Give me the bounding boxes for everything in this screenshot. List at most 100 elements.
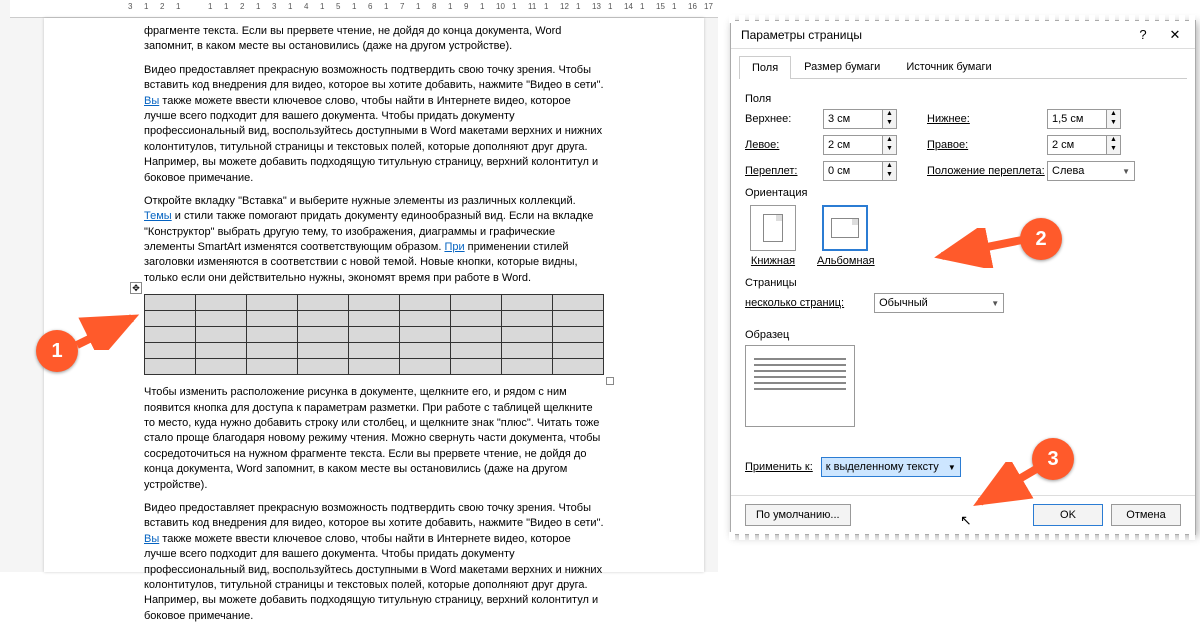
document-page[interactable]: фрагменте текста. Если вы прервете чтени… [44, 18, 704, 572]
help-button[interactable]: ? [1127, 23, 1159, 47]
spin-down-icon[interactable]: ▼ [883, 119, 896, 128]
table-cell[interactable] [451, 295, 502, 311]
table-move-handle-icon[interactable]: ✥ [130, 282, 142, 294]
default-button[interactable]: По умолчанию... [745, 504, 851, 526]
orientation-group-label: Ориентация [745, 187, 1181, 199]
table-cell[interactable] [400, 311, 451, 327]
landscape-page-icon [831, 218, 859, 238]
tab-paper-source[interactable]: Источник бумаги [893, 55, 1004, 78]
table-cell[interactable] [349, 343, 400, 359]
dialog-titlebar[interactable]: Параметры страницы ? ✕ [731, 21, 1195, 49]
spin-up-icon[interactable]: ▲ [1107, 136, 1120, 145]
paragraph[interactable]: Видео предоставляет прекрасную возможнос… [144, 501, 604, 624]
paragraph[interactable]: Откройте вкладку "Вставка" и выберите ну… [144, 194, 604, 286]
table-cell[interactable] [553, 327, 604, 343]
table-cell[interactable] [451, 311, 502, 327]
table-cell[interactable] [553, 295, 604, 311]
select-value: Слева [1052, 165, 1084, 177]
horizontal-ruler[interactable]: 3121112131415161718191101111121131141151… [10, 0, 718, 18]
page-preview [745, 345, 855, 427]
text-run: Видео предоставляет прекрасную возможнос… [144, 502, 604, 529]
multi-pages-select[interactable]: Обычный▼ [874, 293, 1004, 313]
portrait-page-icon [763, 214, 783, 242]
table-cell[interactable] [349, 311, 400, 327]
cancel-button[interactable]: Отмена [1111, 504, 1181, 526]
spin-down-icon[interactable]: ▼ [1107, 145, 1120, 154]
gutter-input[interactable]: ▲▼ [823, 161, 911, 181]
table-cell[interactable] [349, 359, 400, 375]
table-cell[interactable] [145, 295, 196, 311]
table-cell[interactable] [247, 295, 298, 311]
table-cell[interactable] [145, 359, 196, 375]
spin-up-icon[interactable]: ▲ [883, 136, 896, 145]
table-cell[interactable] [451, 359, 502, 375]
table-cell[interactable] [502, 311, 553, 327]
table-cell[interactable] [502, 343, 553, 359]
table-cell[interactable] [145, 311, 196, 327]
table-cell[interactable] [298, 311, 349, 327]
table-cell[interactable] [247, 311, 298, 327]
table-cell[interactable] [502, 359, 553, 375]
table-cell[interactable] [451, 327, 502, 343]
table-cell[interactable] [196, 295, 247, 311]
document-table[interactable] [144, 294, 604, 375]
table-cell[interactable] [247, 359, 298, 375]
margin-right-input[interactable]: ▲▼ [1047, 135, 1135, 155]
table-cell[interactable] [553, 359, 604, 375]
margin-bottom-input[interactable]: ▲▼ [1047, 109, 1135, 129]
table-cell[interactable] [553, 311, 604, 327]
pages-group-label: Страницы [745, 277, 1181, 289]
table-cell[interactable] [196, 359, 247, 375]
margin-left-input[interactable]: ▲▼ [823, 135, 911, 155]
table-cell[interactable] [502, 327, 553, 343]
table-cell[interactable] [400, 343, 451, 359]
table-cell[interactable] [400, 327, 451, 343]
paragraph[interactable]: Видео предоставляет прекрасную возможнос… [144, 63, 604, 186]
table-cell[interactable] [247, 327, 298, 343]
paragraph[interactable]: Чтобы изменить расположение рисунка в до… [144, 385, 604, 493]
table-cell[interactable] [298, 343, 349, 359]
tab-paper-size[interactable]: Размер бумаги [791, 55, 893, 78]
spin-down-icon[interactable]: ▼ [1107, 119, 1120, 128]
table-cell[interactable] [298, 359, 349, 375]
hyperlink[interactable]: При [444, 241, 464, 253]
text-run: также можете ввести ключевое слово, чтоб… [144, 533, 602, 622]
orientation-landscape-button[interactable]: Альбомная [817, 205, 873, 267]
orientation-portrait-button[interactable]: Книжная [745, 205, 801, 267]
hyperlink[interactable]: Темы [144, 210, 172, 222]
ok-button[interactable]: OK [1033, 504, 1103, 526]
table-cell[interactable] [247, 343, 298, 359]
table-cell[interactable] [349, 327, 400, 343]
margin-top-input[interactable]: ▲▼ [823, 109, 911, 129]
hyperlink[interactable]: Вы [144, 533, 159, 545]
table-cell[interactable] [451, 343, 502, 359]
table-cell[interactable] [553, 343, 604, 359]
table-cell[interactable] [196, 311, 247, 327]
table-cell[interactable] [400, 295, 451, 311]
margin-left-label: Левое: [745, 139, 823, 151]
close-button[interactable]: ✕ [1159, 23, 1191, 47]
table-resize-handle-icon[interactable] [606, 377, 614, 385]
spin-up-icon[interactable]: ▲ [1107, 110, 1120, 119]
table-cell[interactable] [298, 327, 349, 343]
table-cell[interactable] [298, 295, 349, 311]
tab-fields[interactable]: Поля [739, 56, 791, 79]
gutter-label: Переплет: [745, 165, 823, 177]
table-cell[interactable] [502, 295, 553, 311]
table-cell[interactable] [196, 343, 247, 359]
gutter-position-select[interactable]: Слева▼ [1047, 161, 1135, 181]
table-cell[interactable] [400, 359, 451, 375]
hyperlink[interactable]: Вы [144, 95, 159, 107]
paragraph[interactable]: фрагменте текста. Если вы прервете чтени… [144, 24, 604, 55]
apply-to-select[interactable]: к выделенному тексту▼ [821, 457, 961, 477]
margin-bottom-label: Нижнее: [927, 113, 1047, 125]
table-cell[interactable] [196, 327, 247, 343]
spin-down-icon[interactable]: ▼ [883, 171, 896, 180]
spin-up-icon[interactable]: ▲ [883, 162, 896, 171]
table-cell[interactable] [145, 343, 196, 359]
spin-down-icon[interactable]: ▼ [883, 145, 896, 154]
page-setup-dialog: Параметры страницы ? ✕ Поля Размер бумаг… [730, 20, 1196, 535]
table-cell[interactable] [349, 295, 400, 311]
table-cell[interactable] [145, 327, 196, 343]
spin-up-icon[interactable]: ▲ [883, 110, 896, 119]
